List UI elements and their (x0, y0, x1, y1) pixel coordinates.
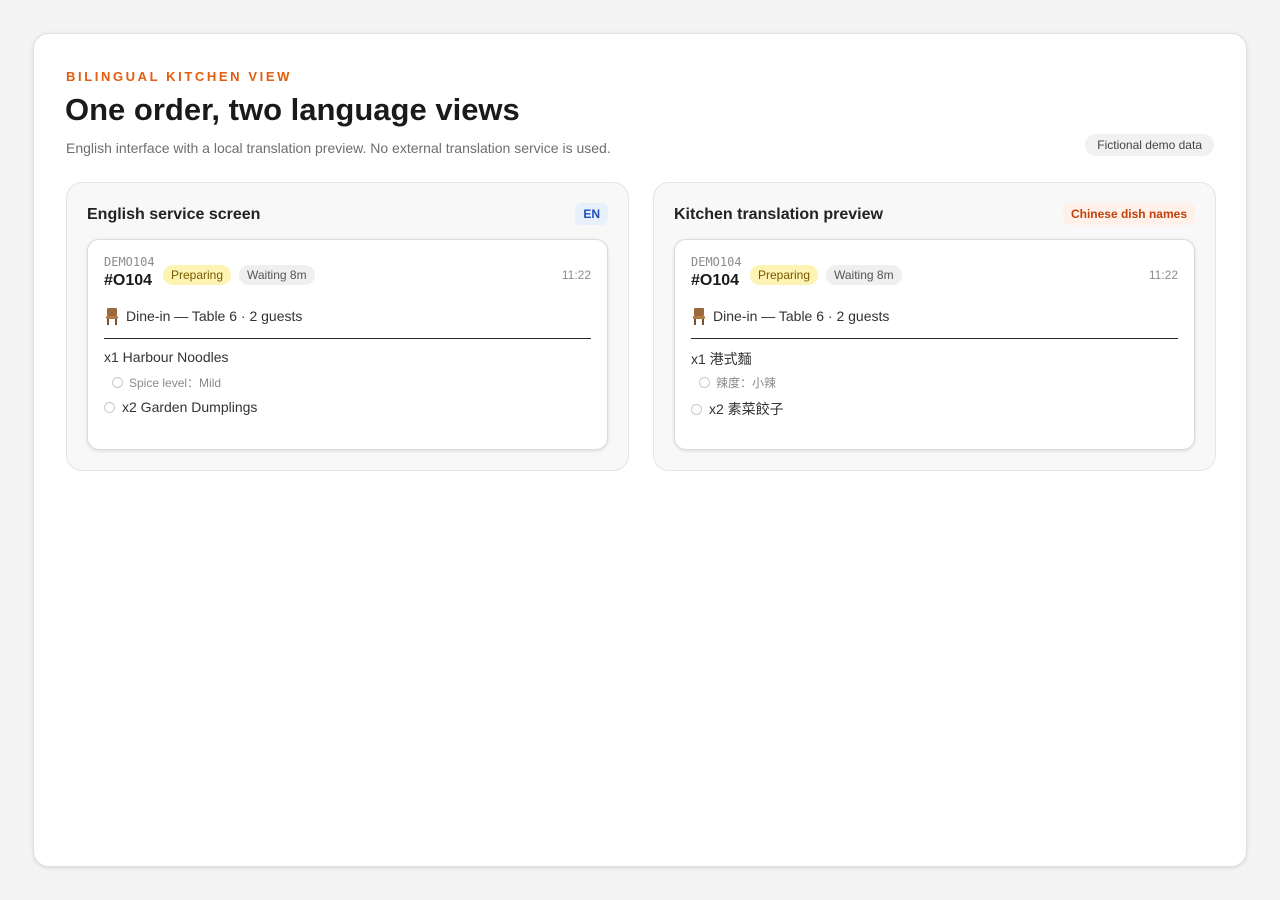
english-service-panel: English service screen EN DEMO104 #O104 … (66, 182, 629, 471)
page-subtitle: English interface with a local translati… (66, 140, 611, 156)
waiting-badge: Waiting 8m (826, 265, 902, 285)
main-card: BILINGUAL KITCHEN VIEW One order, two la… (33, 33, 1247, 867)
circle-icon[interactable] (104, 401, 115, 413)
order-code: DEMO104 (104, 255, 155, 269)
ticket-divider (104, 338, 591, 339)
item-label: x2 Garden Dumplings (122, 399, 258, 415)
circle-icon[interactable] (699, 377, 710, 388)
order-item[interactable]: x1 港式麵 (691, 349, 752, 369)
modifier-text: Spice level：Mild (129, 376, 222, 390)
service-text: Dine-in — Table 6 · 2 guests (713, 308, 890, 324)
service-info: Dine-in — Table 6 · 2 guests (691, 307, 889, 325)
eyebrow-label: BILINGUAL KITCHEN VIEW (66, 69, 292, 84)
chair-icon (693, 308, 705, 325)
language-badge: Chinese dish names (1062, 203, 1195, 225)
panel-title: Kitchen translation preview (674, 206, 883, 223)
item-modifier: Spice level：Mild (112, 374, 221, 391)
circle-icon[interactable] (112, 377, 123, 388)
chair-icon (106, 308, 118, 325)
service-info: Dine-in — Table 6 · 2 guests (104, 307, 302, 325)
waiting-badge: Waiting 8m (239, 265, 315, 285)
order-time: 11:22 (1148, 268, 1178, 282)
item-label: x1 港式麵 (691, 351, 752, 367)
page-title: One order, two language views (65, 92, 520, 127)
order-number: #O104 (691, 272, 740, 289)
order-number: #O104 (104, 272, 153, 289)
order-item[interactable]: x1 Harbour Noodles (104, 349, 229, 365)
item-label: x1 Harbour Noodles (104, 349, 229, 365)
language-badge: EN (575, 203, 608, 225)
order-time: 11:22 (561, 268, 591, 282)
kitchen-translation-panel: Kitchen translation preview Chinese dish… (653, 182, 1216, 471)
order-ticket[interactable]: DEMO104 #O104 Preparing Waiting 8m 11:22… (87, 239, 608, 450)
circle-icon[interactable] (691, 403, 702, 415)
order-item[interactable]: x2 素菜餃子 (691, 399, 784, 419)
order-ticket[interactable]: DEMO104 #O104 Preparing Waiting 8m 11:22… (674, 239, 1195, 450)
status-badge: Preparing (163, 265, 232, 285)
item-label: x2 素菜餃子 (709, 401, 784, 417)
service-text: Dine-in — Table 6 · 2 guests (126, 308, 303, 324)
demo-data-badge: Fictional demo data (1085, 134, 1214, 156)
panel-title: English service screen (87, 206, 261, 223)
status-badge: Preparing (750, 265, 819, 285)
modifier-text: 辣度：小辣 (716, 376, 777, 390)
item-modifier: 辣度：小辣 (699, 374, 776, 391)
ticket-divider (691, 338, 1178, 339)
order-item[interactable]: x2 Garden Dumplings (104, 399, 257, 415)
order-code: DEMO104 (691, 255, 742, 269)
